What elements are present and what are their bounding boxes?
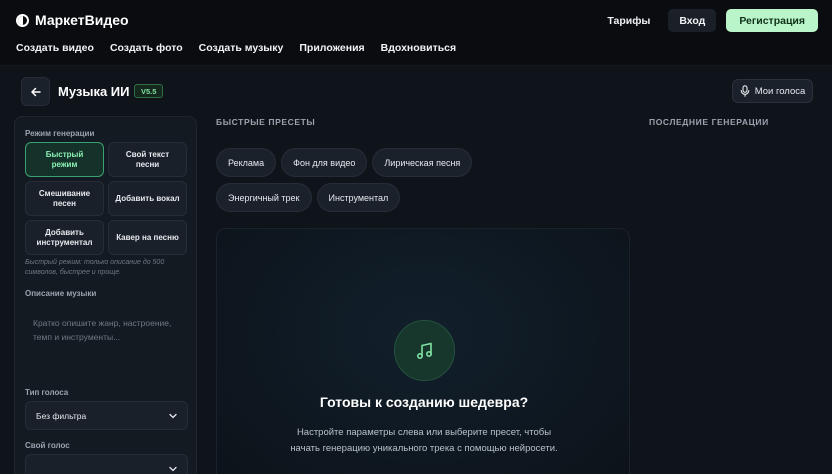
own-voice-select[interactable] bbox=[25, 454, 188, 474]
mode-custom-lyrics-button[interactable]: Свой текст песни bbox=[108, 142, 187, 177]
presets-list: Реклама Фон для видео Лирическая песня Э… bbox=[216, 148, 561, 212]
brand-logo[interactable]: МаркетВидео bbox=[16, 12, 129, 28]
register-button[interactable]: Регистрация bbox=[726, 9, 818, 32]
empty-state-title: Готовы к созданию шедевра? bbox=[319, 394, 529, 410]
preset-instrumental[interactable]: Инструментал bbox=[316, 183, 401, 212]
mode-mix-songs-button[interactable]: Смешивание песен bbox=[25, 181, 104, 216]
voice-type-label: Тип голоса bbox=[25, 388, 69, 397]
preset-energetic[interactable]: Энергичный трек bbox=[216, 183, 312, 212]
mode-label: Режим генерации bbox=[25, 129, 95, 138]
nav-inspire[interactable]: Вдохновиться bbox=[381, 42, 456, 54]
nav-create-music[interactable]: Создать музыку bbox=[199, 42, 284, 54]
description-textarea[interactable]: Кратко опишите жанр, настроение, темп и … bbox=[25, 307, 188, 379]
back-button[interactable] bbox=[21, 77, 50, 106]
top-actions: Тарифы Вход Регистрация bbox=[599, 9, 818, 32]
music-note-icon bbox=[416, 342, 432, 359]
own-voice-label: Свой голос bbox=[25, 441, 70, 450]
chevron-down-icon bbox=[169, 466, 177, 471]
logo-icon bbox=[16, 13, 29, 27]
login-button[interactable]: Вход bbox=[668, 9, 717, 32]
microphone-icon bbox=[740, 85, 750, 97]
page-title: Музыка ИИ bbox=[58, 84, 130, 99]
voice-type-value: Без фильтра bbox=[36, 410, 87, 421]
chevron-down-icon bbox=[169, 413, 177, 418]
arrow-left-icon bbox=[30, 87, 41, 96]
pricing-link[interactable]: Тарифы bbox=[599, 15, 658, 27]
presets-title: БЫСТРЫЕ ПРЕСЕТЫ bbox=[216, 117, 316, 127]
empty-state-text: Настройте параметры слева или выберите п… bbox=[290, 427, 558, 455]
nav-create-video[interactable]: Создать видео bbox=[16, 42, 94, 54]
my-voices-button[interactable]: Мои голоса bbox=[732, 79, 813, 103]
nav-apps[interactable]: Приложения bbox=[299, 42, 364, 54]
mode-add-vocal-button[interactable]: Добавить вокал bbox=[108, 181, 187, 216]
preset-lyrical[interactable]: Лирическая песня bbox=[372, 148, 473, 177]
top-bar: МаркетВидео Создать видео Создать фото С… bbox=[0, 0, 832, 66]
nav-create-photo[interactable]: Создать фото bbox=[110, 42, 183, 54]
settings-panel: Режим генерации Быстрый режим Свой текст… bbox=[14, 116, 197, 474]
voice-type-select[interactable]: Без фильтра bbox=[25, 401, 188, 430]
mode-quick-button[interactable]: Быстрый режим bbox=[25, 142, 104, 177]
music-note-icon-wrap bbox=[394, 320, 455, 381]
mode-cover-button[interactable]: Кавер на песню bbox=[108, 220, 187, 255]
mode-grid: Быстрый режим Свой текст песни Смешивани… bbox=[25, 142, 187, 255]
empty-state-card: Готовы к созданию шедевра? Настройте пар… bbox=[216, 228, 630, 474]
recent-title: ПОСЛЕДНИЕ ГЕНЕРАЦИИ bbox=[649, 117, 769, 127]
mode-add-instrumental-button[interactable]: Добавить инструментал bbox=[25, 220, 104, 255]
preset-ad[interactable]: Реклама bbox=[216, 148, 277, 177]
description-label: Описание музыки bbox=[25, 289, 97, 298]
main-nav: Создать видео Создать фото Создать музык… bbox=[16, 42, 456, 54]
preset-video-bg[interactable]: Фон для видео bbox=[281, 148, 368, 177]
brand-name: МаркетВидео bbox=[35, 12, 129, 28]
mode-hint: Быстрый режим: только описание до 500 си… bbox=[25, 259, 165, 277]
version-badge: V5.5 bbox=[134, 84, 164, 98]
my-voices-label: Мои голоса bbox=[754, 85, 806, 97]
